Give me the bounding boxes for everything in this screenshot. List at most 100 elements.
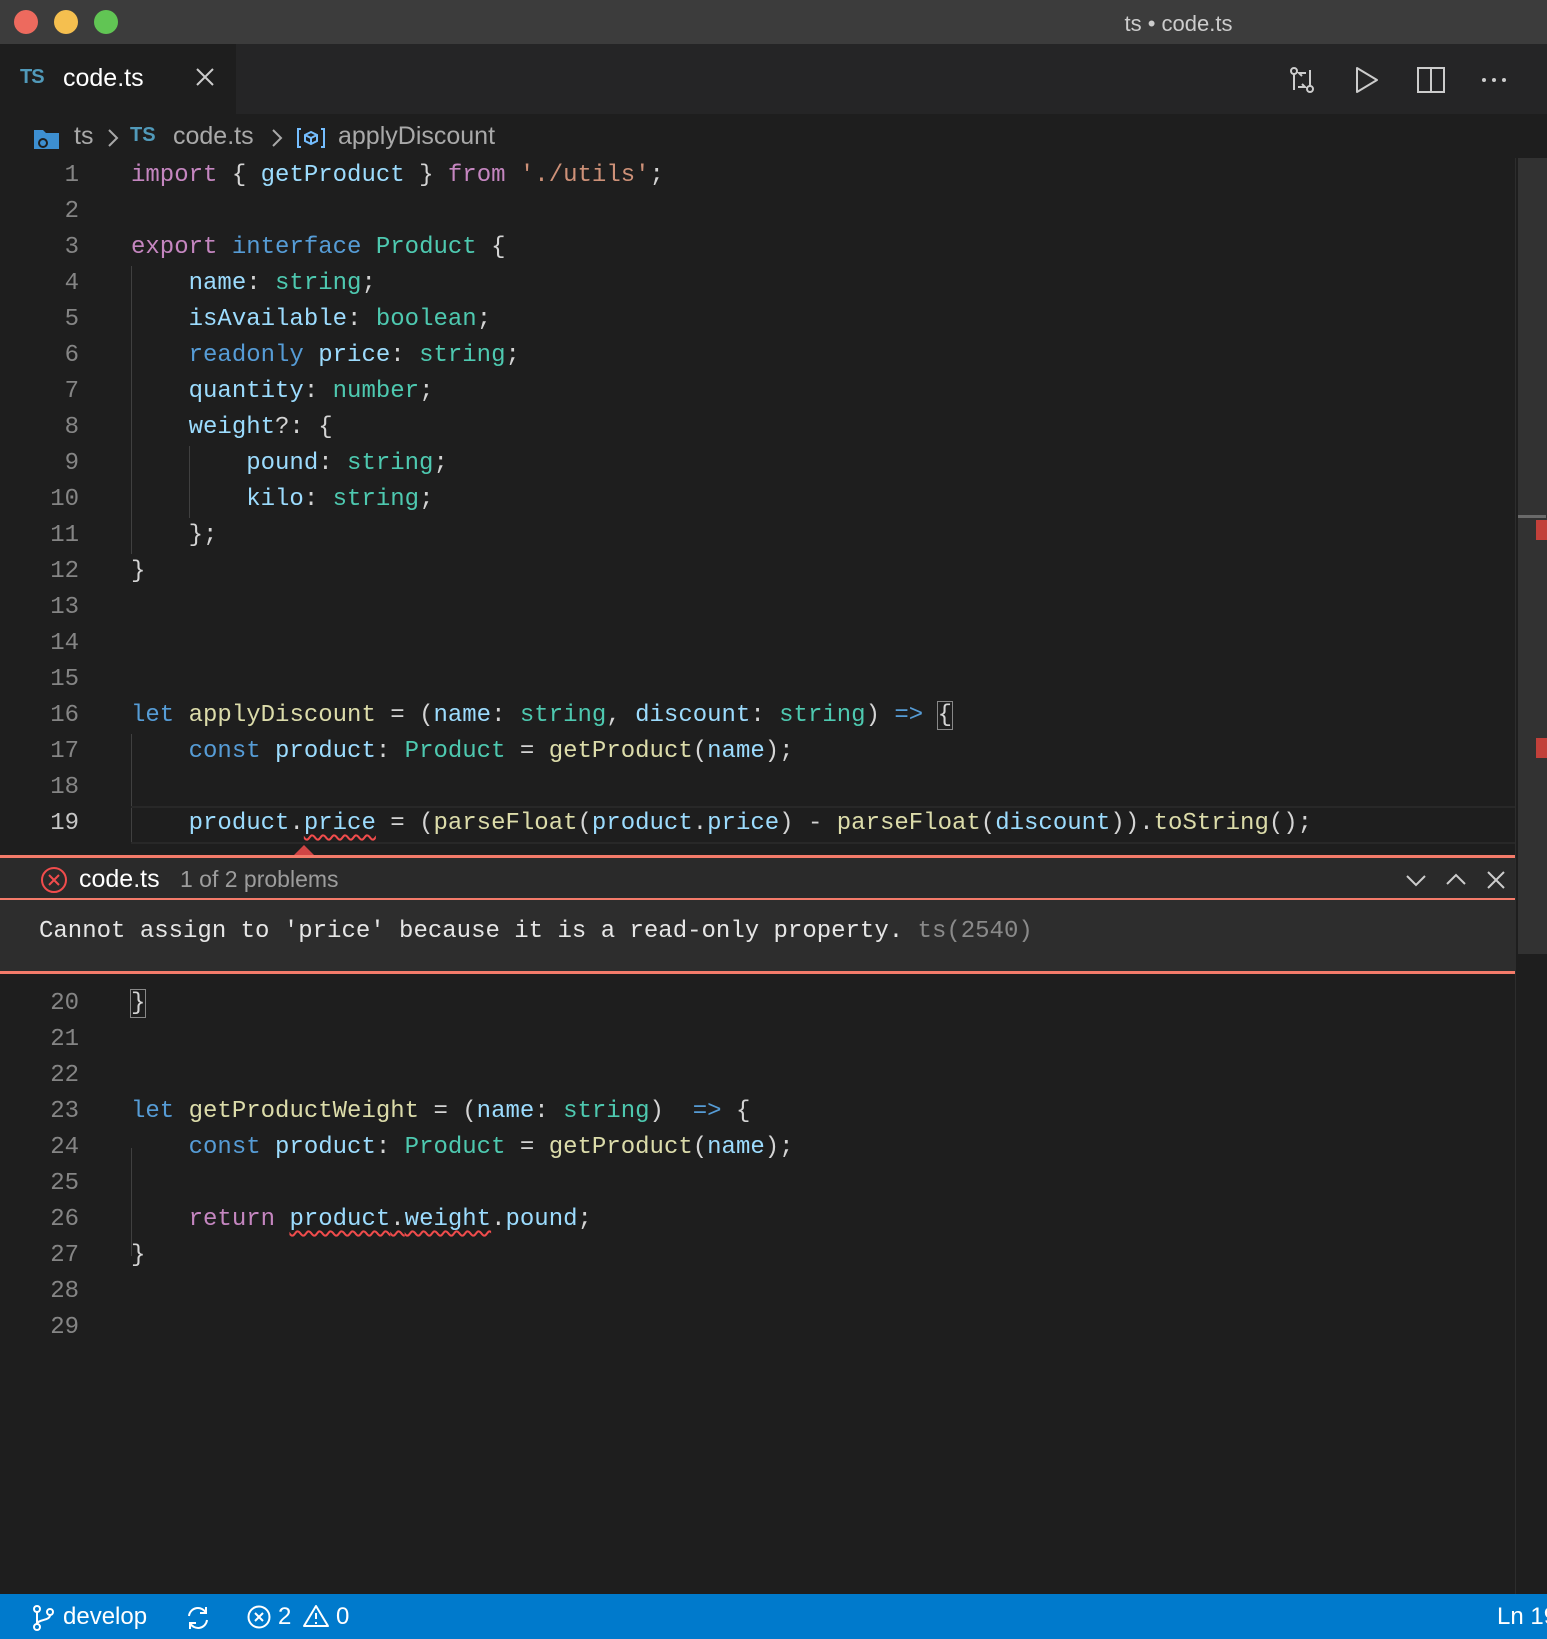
chevron-right-icon [272,129,283,147]
code-line: 14 [0,626,1515,662]
code-line: 25 [0,1166,1515,1202]
line-number: 6 [64,342,79,369]
line-number: 22 [50,1062,79,1089]
problem-message: Cannot assign to 'price' because it is a… [39,918,904,945]
code-line: 7 quantity: number; [0,374,1515,410]
typescript-file-icon: TS [20,66,45,88]
cursor-position[interactable]: Ln 19 [1497,1603,1547,1631]
code-line: 27 } [0,1238,1515,1274]
code-line: 26 return product.weight.pound; [0,1202,1515,1238]
line-number: 15 [50,666,79,693]
breadcrumb-symbol[interactable]: applyDiscount [338,122,495,151]
line-number: 17 [50,738,79,765]
status-bar: develop 2 0 Ln 19 [0,1594,1547,1639]
problem-peek-widget: code.ts 1 of 2 problems Cannot assign to… [0,855,1515,974]
code-line: 22 [0,1058,1515,1094]
vertical-scrollbar[interactable] [1515,158,1547,1594]
code-line: 20 } [0,986,1515,1022]
line-number: 4 [64,270,79,297]
peek-body: Cannot assign to 'price' because it is a… [0,900,1515,974]
line-number: 14 [50,630,79,657]
compare-changes-icon[interactable] [1285,63,1319,97]
window-title: ts • code.ts [1124,11,1233,36]
line-number: 12 [50,558,79,585]
line-number: 2 [64,198,79,225]
code-line: 10 kilo: string; [0,482,1515,518]
code-line: 5 isAvailable: boolean; [0,302,1515,338]
code-line: 23 let getProductWeight = (name: string)… [0,1094,1515,1130]
tab-code-ts[interactable]: TS code.ts [0,44,236,114]
line-number: 28 [50,1278,79,1305]
code-line: 9 pound: string; [0,446,1515,482]
line-number: 7 [64,378,79,405]
peek-header: code.ts 1 of 2 problems [0,855,1515,900]
warning-count[interactable]: 0 [336,1603,349,1631]
code-line: 1 import { getProduct } from './utils'; [0,158,1515,194]
line-number: 13 [50,594,79,621]
code-line: 8 weight?: { [0,410,1515,446]
warning-icon [303,1605,329,1627]
breadcrumb: ts TS code.ts applyDiscount [0,114,1547,164]
breadcrumb-file[interactable]: code.ts [173,122,254,151]
code-line: 24 const product: Product = getProduct(n… [0,1130,1515,1166]
previous-problem-icon[interactable] [1442,866,1470,894]
code-line: 11 }; [0,518,1515,554]
line-number: 10 [50,486,79,513]
code-line: 13 [0,590,1515,626]
code-line: 19 product.price = (parseFloat(product.p… [0,806,1515,842]
problem-code[interactable]: ts(2540) [918,918,1033,945]
line-number: 19 [50,810,79,837]
code-line: 2 [0,194,1515,230]
sync-icon[interactable] [184,1604,212,1632]
code-line: 15 [0,662,1515,698]
close-icon[interactable] [1482,866,1510,894]
peek-problem-count: 1 of 2 problems [180,866,339,892]
code-line: 4 name: string; [0,266,1515,302]
close-icon[interactable] [190,62,220,92]
scrollbar-error-marker [1536,520,1547,540]
line-number: 25 [50,1170,79,1197]
error-icon [41,867,67,893]
code-line: 3 export interface Product { [0,230,1515,266]
code-line: 18 [0,770,1515,806]
chevron-right-icon [108,129,119,147]
line-number: 18 [50,774,79,801]
line-number: 9 [64,450,79,477]
code-line: 29 [0,1310,1515,1346]
code-line: 17 const product: Product = getProduct(n… [0,734,1515,770]
git-branch[interactable]: develop [63,1603,147,1631]
line-number: 24 [50,1134,79,1161]
line-number: 1 [64,162,79,189]
editor-window: ts • code.ts TS code.ts ts TS code.ts ap… [0,0,1547,1639]
scrollbar-cursor-marker [1518,515,1546,518]
tab-label: code.ts [63,64,144,92]
line-number: 21 [50,1026,79,1053]
line-number: 29 [50,1314,79,1341]
split-editor-icon[interactable] [1414,63,1448,97]
line-number: 11 [50,522,79,549]
line-number: 5 [64,306,79,333]
line-number: 3 [64,234,79,261]
line-number: 27 [50,1242,79,1269]
variable-symbol-icon [297,128,325,148]
line-number: 26 [50,1206,79,1233]
title-bar: ts • code.ts [0,0,1547,44]
run-icon[interactable] [1349,63,1383,97]
scrollbar-error-marker [1536,738,1547,758]
error-count[interactable]: 2 [278,1603,291,1631]
code-line: 16 let applyDiscount = (name: string, di… [0,698,1515,734]
line-number: 23 [50,1098,79,1125]
breadcrumb-folder[interactable]: ts [74,122,93,151]
peek-file-name: code.ts [79,865,160,893]
scrollbar-thumb[interactable] [1518,158,1547,954]
line-number: 16 [50,702,79,729]
code-line: 28 [0,1274,1515,1310]
line-number: 20 [50,990,79,1017]
error-icon [247,1605,271,1629]
code-line: 6 readonly price: string; [0,338,1515,374]
peek-pointer [294,845,314,855]
tab-bar: TS code.ts [0,44,1547,114]
next-problem-icon[interactable] [1402,866,1430,894]
more-actions-icon[interactable] [1477,63,1511,97]
folder-icon [34,130,59,149]
